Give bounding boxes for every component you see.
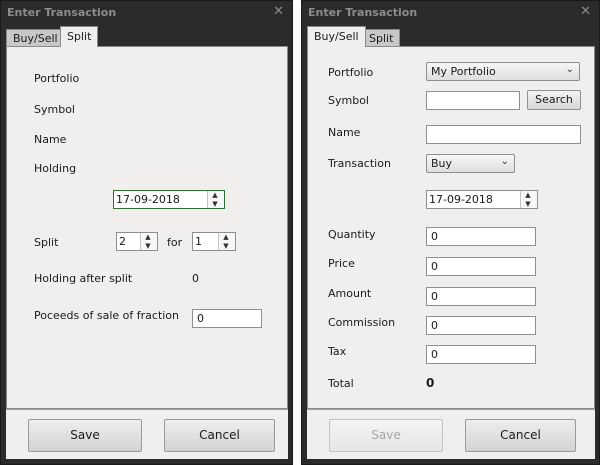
- symbol-label: Symbol: [34, 103, 75, 116]
- quantity-input[interactable]: 0: [426, 227, 536, 246]
- portfolio-label: Portfolio: [34, 72, 80, 85]
- proceeds-input[interactable]: 0: [192, 309, 262, 328]
- window-title: Enter Transaction: [308, 6, 418, 19]
- price-label: Price: [328, 257, 355, 270]
- symbol-input[interactable]: [426, 91, 520, 110]
- total-value: 0: [426, 376, 435, 390]
- title-bar: Enter Transaction ✕: [1, 1, 292, 23]
- date-value: 17-09-2018: [429, 193, 493, 206]
- tab-split[interactable]: Split: [362, 29, 401, 46]
- spin-up-icon[interactable]: ▲: [219, 233, 233, 241]
- tab-buy-sell[interactable]: Buy/Sell: [6, 29, 65, 46]
- date-spinner[interactable]: ▲ ▼: [520, 191, 537, 208]
- transaction-select[interactable]: Buy ⌄: [426, 154, 515, 173]
- spin-down-icon[interactable]: ▼: [521, 200, 535, 208]
- save-button[interactable]: Save: [28, 419, 142, 452]
- commission-input[interactable]: 0: [426, 316, 536, 335]
- save-button[interactable]: Save: [329, 419, 443, 452]
- spin-up-icon[interactable]: ▲: [208, 191, 222, 199]
- chevron-down-icon: ⌄: [500, 156, 509, 167]
- transaction-date-field[interactable]: 17-09-2018 ▲ ▼: [426, 190, 538, 209]
- spin-up-icon[interactable]: ▲: [521, 191, 535, 199]
- split-from-value: 2: [119, 235, 126, 248]
- search-button[interactable]: Search: [527, 90, 581, 110]
- title-bar: Enter Transaction ✕: [302, 1, 599, 23]
- spin-down-icon[interactable]: ▼: [219, 242, 233, 250]
- total-label: Total: [328, 377, 354, 390]
- price-input[interactable]: 0: [426, 257, 536, 276]
- tab-buy-sell[interactable]: Buy/Sell: [307, 26, 366, 47]
- split-from-stepper[interactable]: 2 ▲ ▼: [116, 232, 158, 251]
- transaction-select-value: Buy: [431, 157, 453, 170]
- window-title: Enter Transaction: [7, 6, 117, 19]
- name-label: Name: [328, 126, 361, 139]
- transaction-label: Transaction: [328, 157, 391, 170]
- portfolio-select-value: My Portfolio: [431, 65, 496, 78]
- for-label: for: [167, 236, 183, 249]
- name-label: Name: [34, 133, 67, 146]
- left-window: Enter Transaction ✕ Buy/Sell Split Portf…: [0, 0, 293, 465]
- split-to-value: 1: [195, 235, 202, 248]
- close-icon[interactable]: ✕: [580, 4, 591, 19]
- right-window: Enter Transaction ✕ Buy/Sell Split Portf…: [301, 0, 600, 465]
- spin-down-icon[interactable]: ▼: [141, 242, 155, 250]
- spin-down-icon[interactable]: ▼: [208, 200, 222, 208]
- name-input[interactable]: [426, 125, 581, 144]
- amount-input[interactable]: 0: [426, 287, 536, 306]
- holding-label: Holding: [34, 162, 77, 175]
- buy-sell-panel: Portfolio My Portfolio ⌄ Symbol Search N…: [307, 46, 595, 409]
- close-icon[interactable]: ✕: [273, 4, 284, 19]
- split-date-field[interactable]: 17-09-2018 ▲ ▼: [113, 190, 225, 209]
- quantity-label: Quantity: [328, 228, 376, 241]
- split-to-stepper[interactable]: 1 ▲ ▼: [192, 232, 236, 251]
- button-bar: Save Cancel: [6, 409, 288, 459]
- holding-after-split-label: Holding after split: [34, 272, 133, 285]
- tax-input[interactable]: 0: [426, 345, 536, 364]
- amount-label: Amount: [328, 287, 372, 300]
- portfolio-label: Portfolio: [328, 66, 374, 79]
- cancel-button[interactable]: Cancel: [465, 419, 576, 452]
- portfolio-select[interactable]: My Portfolio ⌄: [426, 62, 580, 81]
- date-spinner[interactable]: ▲ ▼: [207, 191, 224, 208]
- chevron-down-icon: ⌄: [565, 64, 574, 75]
- split-label: Split: [34, 236, 59, 249]
- cancel-button[interactable]: Cancel: [164, 419, 275, 452]
- split-panel: Portfolio Symbol Name Holding 17-09-2018…: [6, 46, 288, 409]
- symbol-label: Symbol: [328, 94, 369, 107]
- spin-up-icon[interactable]: ▲: [141, 233, 155, 241]
- holding-after-split-value: 0: [192, 272, 199, 285]
- date-value: 17-09-2018: [116, 193, 180, 206]
- button-bar: Save Cancel: [307, 409, 595, 459]
- split-from-spinner[interactable]: ▲ ▼: [140, 233, 157, 250]
- proceeds-label: Poceeds of sale of fraction: [34, 309, 180, 322]
- split-to-spinner[interactable]: ▲ ▼: [218, 233, 235, 250]
- commission-label: Commission: [328, 316, 396, 329]
- tab-split[interactable]: Split: [60, 26, 99, 47]
- tax-label: Tax: [328, 345, 347, 358]
